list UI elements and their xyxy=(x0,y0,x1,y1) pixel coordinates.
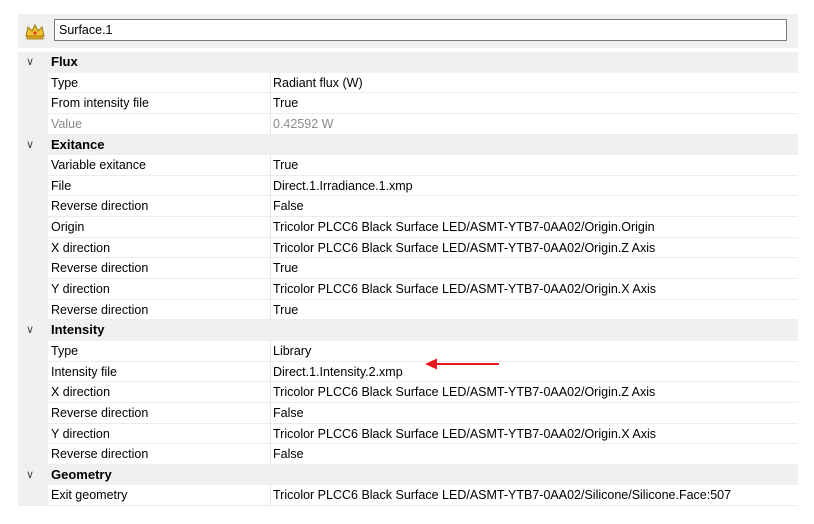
property-name: Reverse direction xyxy=(48,196,271,217)
row-gutter xyxy=(18,196,48,217)
property-name: Variable exitance xyxy=(48,155,271,175)
property-name: Reverse direction xyxy=(48,444,271,464)
row-gutter xyxy=(18,402,48,423)
category-intensity[interactable]: ∨ Intensity xyxy=(18,320,798,341)
property-value[interactable]: True xyxy=(271,155,798,175)
property-grid-panel: ∨FluxTypeRadiant flux (W)From intensity … xyxy=(18,14,798,516)
property-name: X direction xyxy=(48,382,271,402)
property-row[interactable]: Y direction Tricolor PLCC6 Black Surface … xyxy=(18,279,798,300)
property-name: Origin xyxy=(48,217,271,237)
property-name: Value xyxy=(48,113,271,134)
property-value[interactable]: False xyxy=(271,196,798,216)
property-name: Reverse direction xyxy=(48,402,271,423)
source-icon xyxy=(25,23,45,40)
property-name: Y direction xyxy=(48,279,271,299)
property-value[interactable]: False xyxy=(271,444,798,464)
row-gutter xyxy=(18,423,48,444)
property-value[interactable]: Direct.1.Intensity.2.xmp xyxy=(271,362,798,382)
property-value[interactable]: Tricolor PLCC6 Black Surface LED/ASMT-YT… xyxy=(271,382,798,402)
row-gutter xyxy=(18,340,48,361)
chevron-down-icon[interactable]: ∨ xyxy=(26,135,34,156)
property-value[interactable]: Tricolor PLCC6 Black Surface LED/ASMT-YT… xyxy=(271,217,798,237)
property-name: File xyxy=(48,175,271,196)
property-value[interactable]: Tricolor PLCC6 Black Surface LED/ASMT-YT… xyxy=(271,485,798,505)
property-value[interactable]: True xyxy=(271,300,798,320)
property-value[interactable]: False xyxy=(271,403,798,423)
property-row[interactable]: Type Radiant flux (W) xyxy=(18,72,798,94)
property-name: Type xyxy=(48,72,271,93)
property-row[interactable]: Y direction Tricolor PLCC6 Black Surface … xyxy=(18,423,798,445)
property-grid: ∨ Flux Type Radiant flux (W) From intensity … xyxy=(18,52,798,507)
category-geometry[interactable]: ∨ Geometry xyxy=(18,464,798,486)
property-value[interactable]: Tricolor PLCC6 Black Surface LED/ASMT-YT… xyxy=(271,424,798,444)
category-exitance[interactable]: ∨ Exitance xyxy=(18,134,798,156)
property-name: X direction xyxy=(48,237,271,258)
object-name-field[interactable] xyxy=(54,19,787,41)
row-gutter xyxy=(18,217,48,237)
row-gutter xyxy=(18,237,48,258)
property-row[interactable]: From intensity file True xyxy=(18,93,798,114)
property-row[interactable]: Origin Tricolor PLCC6 Black Surface LED/A… xyxy=(18,217,798,238)
row-gutter xyxy=(18,113,48,134)
property-header xyxy=(18,14,798,48)
property-value[interactable]: Radiant flux (W) xyxy=(271,73,798,93)
property-value[interactable]: True xyxy=(271,258,798,278)
property-row[interactable]: X direction Tricolor PLCC6 Black Surface … xyxy=(18,237,798,259)
row-gutter xyxy=(18,155,48,175)
row-gutter xyxy=(18,485,48,506)
chevron-down-icon[interactable]: ∨ xyxy=(26,465,34,486)
property-row[interactable]: Reverse direction True xyxy=(18,258,798,280)
property-name: Intensity file xyxy=(48,361,271,382)
property-row[interactable]: Variable exitance True xyxy=(18,155,798,176)
row-gutter xyxy=(18,72,48,93)
row-gutter xyxy=(18,361,48,382)
row-gutter xyxy=(18,279,48,299)
property-row[interactable]: Intensity file Direct.1.Intensity.2.xmp xyxy=(18,361,798,383)
property-row[interactable]: X direction Tricolor PLCC6 Black Surface … xyxy=(18,382,798,403)
property-row[interactable]: Reverse direction False xyxy=(18,444,798,465)
property-row[interactable]: Reverse direction False xyxy=(18,196,798,218)
property-name: Y direction xyxy=(48,423,271,444)
property-name: Reverse direction xyxy=(48,299,271,320)
property-row[interactable]: Type Library xyxy=(18,340,798,362)
property-value[interactable]: Library xyxy=(271,341,798,361)
red-arrow-icon xyxy=(425,358,499,370)
property-value[interactable]: Tricolor PLCC6 Black Surface LED/ASMT-YT… xyxy=(271,238,798,258)
property-value[interactable]: True xyxy=(271,93,798,113)
row-gutter xyxy=(18,258,48,279)
category-title: Intensity xyxy=(51,322,105,338)
property-row[interactable]: Reverse direction True xyxy=(18,299,798,321)
property-value[interactable]: Direct.1.Irradiance.1.xmp xyxy=(271,176,798,196)
row-gutter xyxy=(18,299,48,320)
chevron-down-icon[interactable]: ∨ xyxy=(26,52,34,73)
property-row[interactable]: Value 0.42592 W xyxy=(18,113,798,135)
property-name: Type xyxy=(48,340,271,361)
row-gutter xyxy=(18,444,48,464)
category-flux[interactable]: ∨ Flux xyxy=(18,52,798,73)
property-row[interactable]: Reverse direction False xyxy=(18,402,798,424)
category-title: Exitance xyxy=(51,136,105,152)
property-value: 0.42592 W xyxy=(273,116,334,131)
property-value[interactable]: Tricolor PLCC6 Black Surface LED/ASMT-YT… xyxy=(271,279,798,299)
category-title: Flux xyxy=(51,54,78,69)
row-gutter xyxy=(18,382,48,402)
property-name: From intensity file xyxy=(48,93,271,113)
row-gutter xyxy=(18,93,48,113)
category-title: Geometry xyxy=(51,466,112,482)
property-row[interactable]: Exit geometry Tricolor PLCC6 Black Surfac… xyxy=(18,485,798,507)
property-name: Exit geometry xyxy=(48,485,271,506)
property-row[interactable]: File Direct.1.Irradiance.1.xmp xyxy=(18,175,798,197)
row-gutter xyxy=(18,175,48,196)
property-name: Reverse direction xyxy=(48,258,271,279)
chevron-down-icon[interactable]: ∨ xyxy=(26,320,34,341)
